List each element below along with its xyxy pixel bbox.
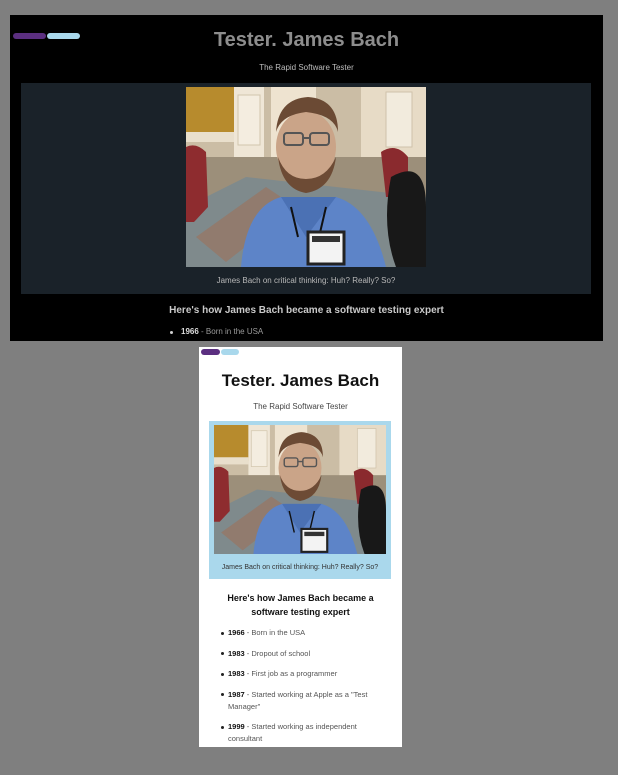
timeline-text: - First job as a programmer [244,669,338,678]
page-title: Tester. James Bach [213,29,400,51]
timeline-list: 1966 - Born in the USA 1983 - Dropout of… [221,627,393,747]
timeline-year: 1999 [228,722,245,731]
timeline-text: - Started working at Apple as a "Test Ma… [228,689,368,711]
page-subtitle: The Rapid Software Tester [259,63,354,72]
list-item: 1999 - Started working as independent co… [221,721,393,745]
page-subtitle: The Rapid Software Tester [253,402,348,411]
photo-caption: James Bach on critical thinking: Huh? Re… [221,564,379,571]
timeline-heading: Here's how James Bach became a software … [227,593,374,617]
portrait-figure: James Bach on critical thinking: Huh? Re… [209,421,391,579]
list-item: 1983 - First job as a programmer [221,668,393,680]
timeline-text: - Dropout of school [244,648,311,658]
blue-theme-pill[interactable] [221,349,239,355]
timeline-heading: Here's how James Bach became a software … [169,305,444,316]
portrait-photo [214,425,386,554]
list-item: 1987 - Started working at Apple as a "Te… [221,689,393,713]
timeline-text: - Born in the USA [244,628,306,637]
theme-toggle[interactable] [201,349,239,355]
timeline-year: 1983 [228,669,245,678]
list-item: 1966 - Born in the USA [169,327,264,336]
list-item: 1983 - Dropout of school [221,648,393,660]
timeline-text: - Started working as independent consult… [228,722,357,743]
timeline-year: 1983 [228,648,245,658]
timeline-year: 1987 [228,689,245,699]
timeline-text: - Born in the USA [198,327,264,336]
portrait-photo [186,87,426,267]
list-item: 1966 - Born in the USA [221,627,393,639]
photo-caption: James Bach on critical thinking: Huh? Re… [216,276,396,285]
portrait-figure: James Bach on critical thinking: Huh? Re… [21,83,591,294]
page-title: Tester. James Bach [221,371,380,390]
timeline-year: 1966 [181,327,199,336]
timeline-list: 1966 - Born in the USA [169,327,264,336]
timeline-year: 1966 [228,628,245,637]
mobile-preview: Tester. James Bach The Rapid Software Te… [199,347,402,747]
purple-theme-pill[interactable] [201,349,220,355]
desktop-preview: Tester. James Bach The Rapid Software Te… [10,15,603,341]
